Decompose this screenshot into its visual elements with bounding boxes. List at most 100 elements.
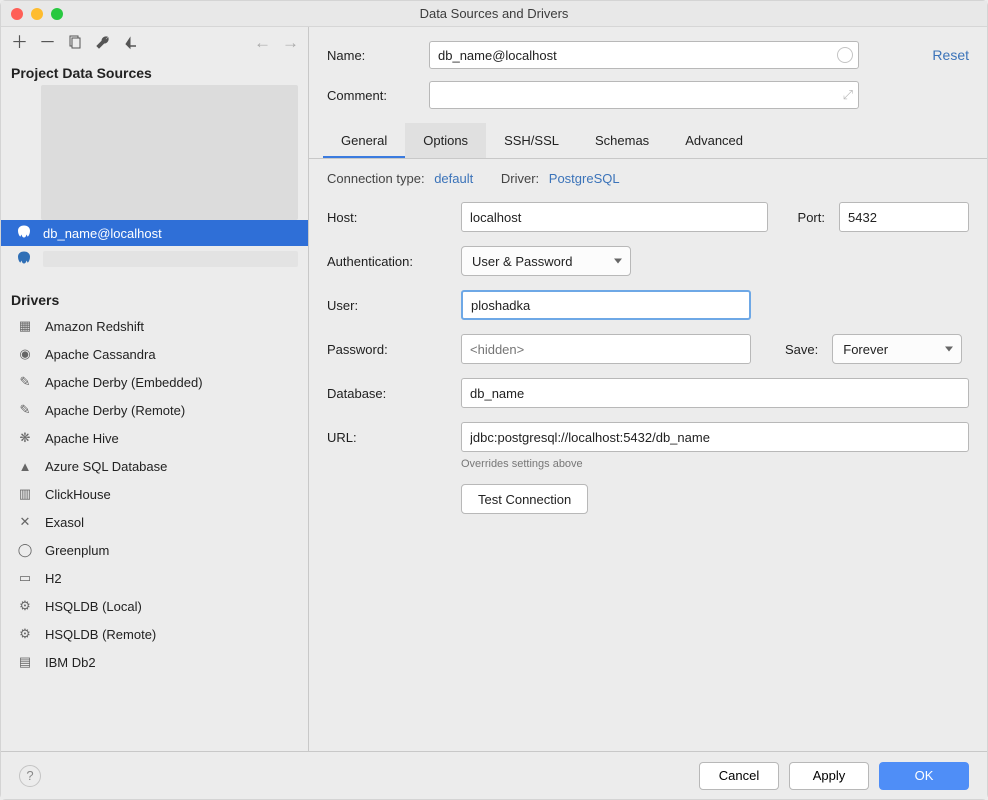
forward-icon[interactable]: → [282,35,298,51]
bee-icon: ❋ [15,429,35,447]
add-icon[interactable]: ＋ [11,35,27,51]
save-select[interactable]: Forever [832,334,962,364]
tab-options[interactable]: Options [405,123,486,158]
tab-bar: General Options SSH/SSL Schemas Advanced [309,123,987,159]
url-override-note: Overrides settings above [461,458,969,470]
wrench-icon[interactable] [95,35,111,51]
user-label: User: [327,298,447,313]
driver-link[interactable]: PostgreSQL [549,171,620,186]
save-label: Save: [785,342,818,357]
auth-select-value: User & Password [472,254,572,269]
driver-label: Amazon Redshift [45,319,144,334]
driver-label: Greenplum [45,543,109,558]
feather-icon: ✎ [15,401,35,419]
host-input[interactable] [461,202,768,232]
eye-icon: ◉ [15,345,35,363]
database-label: Database: [327,386,447,401]
data-source-label: db_name@localhost [43,226,162,241]
driver-apache-hive[interactable]: ❋ Apache Hive [1,424,308,452]
driver-label: Apache Derby (Embedded) [45,375,203,390]
cancel-button[interactable]: Cancel [699,762,779,790]
apply-button[interactable]: Apply [789,762,869,790]
postgres-icon [15,250,33,268]
postgres-icon [15,224,33,242]
feather-icon: ✎ [15,373,35,391]
copy-icon[interactable] [67,35,83,51]
help-button[interactable]: ? [19,765,41,787]
driver-amazon-redshift[interactable]: ▦ Amazon Redshift [1,312,308,340]
ok-button[interactable]: OK [879,762,969,790]
drivers-list: ▦ Amazon Redshift ◉ Apache Cassandra ✎ Apac… [1,312,308,751]
driver-greenplum[interactable]: ◯ Greenplum [1,536,308,564]
reset-link[interactable]: Reset [932,47,969,63]
port-label: Port: [798,210,825,225]
tab-general[interactable]: General [323,123,405,158]
right-pane: Name: Reset Comment: ⤢ General Options S… [309,27,987,751]
driver-ibm-db2[interactable]: ▤ IBM Db2 [1,648,308,676]
driver-label: ClickHouse [45,487,111,502]
name-input[interactable] [429,41,859,69]
gear-icon: ⚙ [15,597,35,615]
connection-hint-row: Connection type: default Driver: Postgre… [327,171,969,186]
project-data-sources-heading: Project Data Sources [1,59,308,85]
revert-icon[interactable] [123,35,139,51]
url-input[interactable] [461,422,969,452]
driver-apache-derby-remote[interactable]: ✎ Apache Derby (Remote) [1,396,308,424]
driver-label: HSQLDB (Local) [45,599,142,614]
driver-label: Apache Hive [45,431,119,446]
data-source-selected-row[interactable]: db_name@localhost [1,220,308,246]
sidebar: ＋ － ← → Project Data Sources [1,27,309,751]
drivers-heading: Drivers [1,286,308,312]
driver-label: Exasol [45,515,84,530]
name-label: Name: [327,48,415,63]
data-source-row[interactable] [1,246,308,272]
driver-h2[interactable]: ▭ H2 [1,564,308,592]
save-select-value: Forever [843,342,888,357]
circle-icon: ◯ [15,541,35,559]
driver-azure-sql[interactable]: ▲Azure SQL Database [1,452,308,480]
url-label: URL: [327,430,447,445]
ibm-icon: ▤ [15,653,35,671]
database-icon: ▦ [15,317,35,335]
chevron-down-icon [614,259,622,264]
password-label: Password: [327,342,447,357]
user-input[interactable] [461,290,751,320]
driver-label: H2 [45,571,62,586]
database-input[interactable] [461,378,969,408]
sidebar-toolbar: ＋ － ← → [1,27,308,59]
tab-ssh-ssl[interactable]: SSH/SSL [486,123,577,158]
gear-icon: ⚙ [15,625,35,643]
bars-icon: ▥ [15,485,35,503]
driver-hsqldb-remote[interactable]: ⚙ HSQLDB (Remote) [1,620,308,648]
test-connection-button[interactable]: Test Connection [461,484,588,514]
azure-icon: ▲ [15,457,35,475]
window-title: Data Sources and Drivers [1,6,987,21]
driver-label: IBM Db2 [45,655,96,670]
driver-apache-cassandra[interactable]: ◉ Apache Cassandra [1,340,308,368]
driver-apache-derby-embedded[interactable]: ✎ Apache Derby (Embedded) [1,368,308,396]
tab-advanced[interactable]: Advanced [667,123,761,158]
remove-icon[interactable]: － [39,35,55,51]
connection-type-link[interactable]: default [434,171,473,186]
data-source-tree: db_name@localhost [1,85,308,272]
driver-label: HSQLDB (Remote) [45,627,156,642]
driver-hsqldb-local[interactable]: ⚙ HSQLDB (Local) [1,592,308,620]
color-circle-icon[interactable] [837,47,853,63]
driver-exasol[interactable]: ✕ Exasol [1,508,308,536]
driver-label: Apache Derby (Remote) [45,403,185,418]
password-input[interactable] [461,334,751,364]
chevron-down-icon [945,347,953,352]
driver-label: Apache Cassandra [45,347,156,362]
tab-schemas[interactable]: Schemas [577,123,667,158]
back-icon[interactable]: ← [254,35,270,51]
titlebar: Data Sources and Drivers [1,1,987,27]
auth-select[interactable]: User & Password [461,246,631,276]
driver-clickhouse[interactable]: ▥ ClickHouse [1,480,308,508]
comment-input[interactable] [429,81,859,109]
x-icon: ✕ [15,513,35,531]
comment-label: Comment: [327,88,415,103]
port-input[interactable] [839,202,969,232]
auth-label: Authentication: [327,254,447,269]
driver-label: Driver: [501,171,539,186]
h2-icon: ▭ [15,569,35,587]
